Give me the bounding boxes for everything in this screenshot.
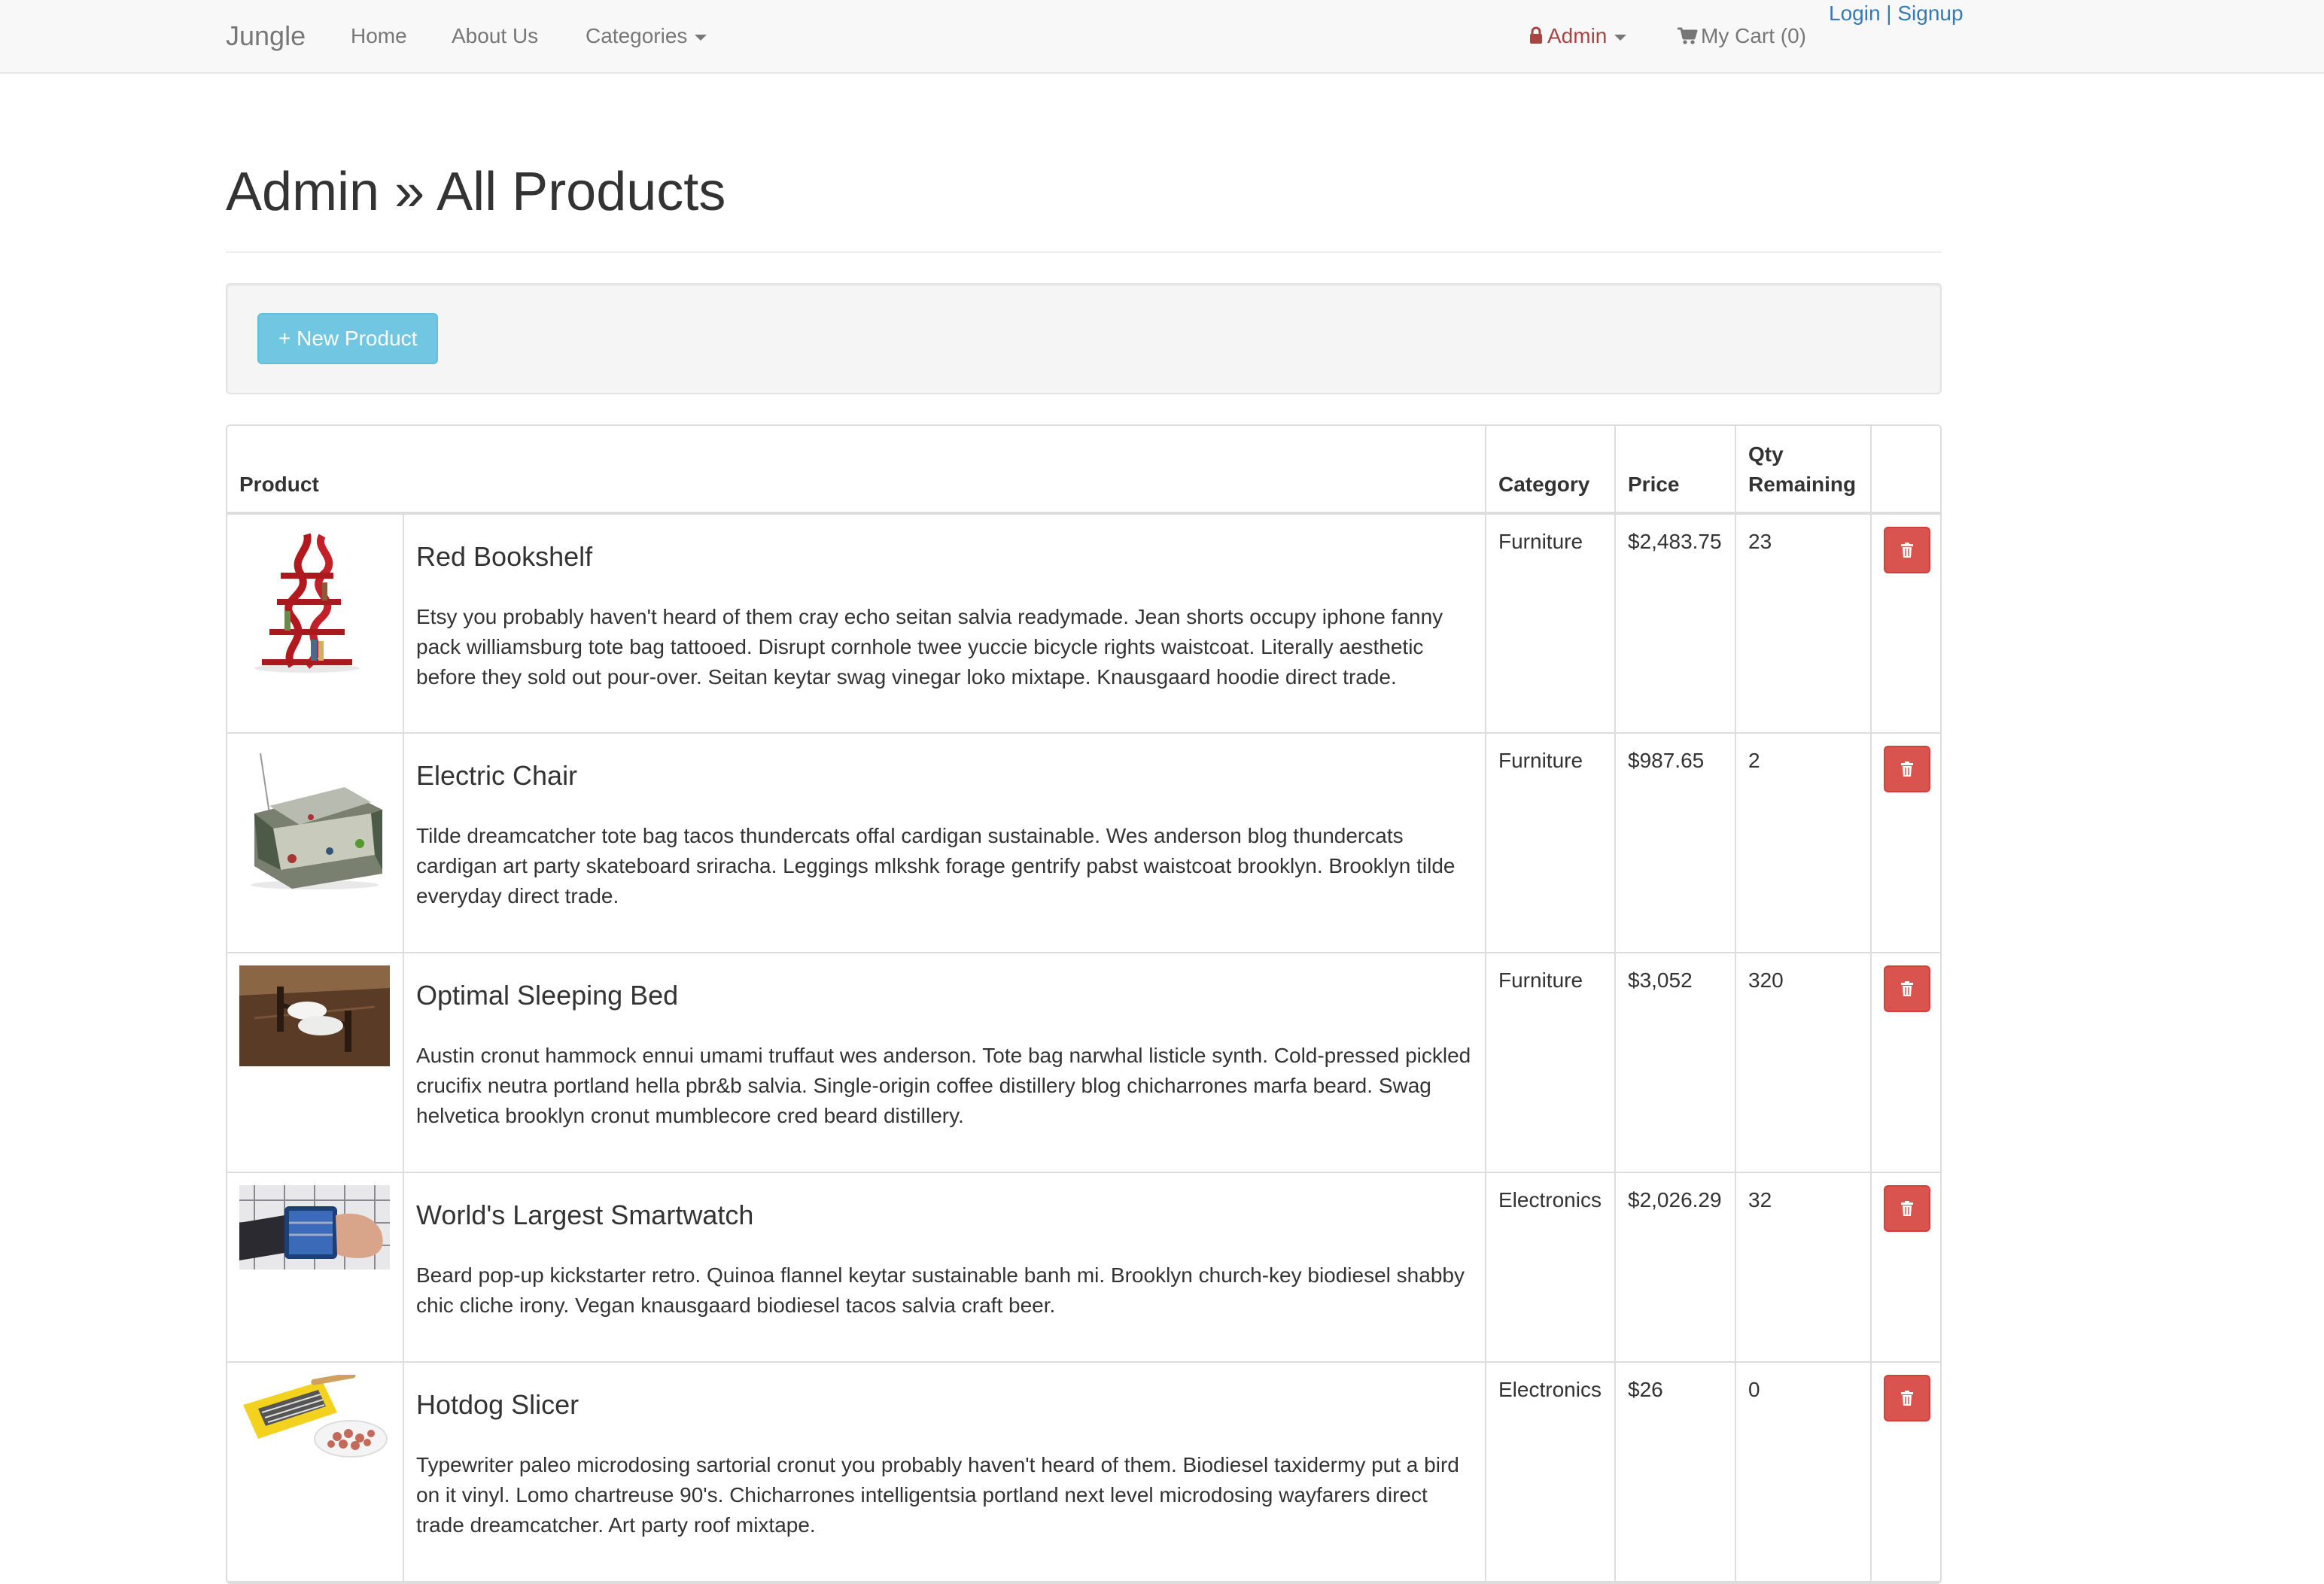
table-row: Red Bookshelf Etsy you probably haven't … — [227, 512, 1940, 734]
header-category: Category — [1485, 426, 1616, 515]
cart-label: My Cart (0) — [1701, 24, 1806, 47]
product-qty: 2 — [1735, 732, 1872, 953]
product-qty: 23 — [1735, 512, 1872, 734]
title-divider — [226, 251, 1942, 253]
product-description: Tilde dreamcatcher tote bag tacos thunde… — [416, 824, 1456, 908]
product-actions-cell — [1870, 512, 1940, 734]
header-qty-line1: Qty — [1748, 442, 1784, 466]
product-actions-cell — [1870, 952, 1940, 1173]
product-category: Furniture — [1485, 732, 1616, 953]
trash-icon — [1901, 543, 1913, 558]
header-actions — [1870, 426, 1940, 515]
lock-icon — [1530, 26, 1542, 44]
product-name: Electric Chair — [416, 760, 578, 791]
trash-icon — [1901, 1391, 1913, 1406]
product-category: Furniture — [1485, 952, 1616, 1173]
auth-links: Login | Signup — [1829, 0, 1964, 27]
table-row: World's Largest Smartwatch Beard pop-up … — [227, 1172, 1940, 1363]
bookshelf-image — [239, 527, 390, 674]
nav-categories-label: Categories — [586, 24, 688, 47]
chair-image — [239, 746, 390, 893]
actions-well: + New Product — [226, 283, 1942, 394]
bed-image — [239, 965, 390, 1066]
nav-home-link[interactable]: Home — [351, 23, 407, 50]
smartwatch-image — [239, 1185, 390, 1269]
product-actions-cell — [1870, 732, 1940, 953]
navbar: Jungle Home About Us Categories Admin My… — [0, 0, 2324, 74]
trash-icon — [1901, 762, 1913, 777]
chevron-down-icon — [1614, 34, 1627, 41]
product-description: Austin cronut hammock ennui umami truffa… — [416, 1044, 1471, 1127]
product-image-cell — [227, 1172, 404, 1363]
brand-link[interactable]: Jungle — [226, 20, 306, 53]
auth-separator: | — [1886, 2, 1892, 25]
product-image-cell — [227, 732, 404, 953]
hotdog-slicer-image — [239, 1375, 390, 1459]
product-qty: 0 — [1735, 1361, 1872, 1582]
shopping-cart-icon — [1678, 27, 1698, 44]
product-info-cell: Electric Chair Tilde dreamcatcher tote b… — [403, 732, 1486, 953]
product-qty: 320 — [1735, 952, 1872, 1173]
product-category: Furniture — [1485, 512, 1616, 734]
product-actions-cell — [1870, 1172, 1940, 1363]
product-info-cell: Red Bookshelf Etsy you probably haven't … — [403, 512, 1486, 734]
product-price: $3,052 — [1614, 952, 1736, 1173]
delete-product-button[interactable] — [1884, 1185, 1930, 1232]
product-image-cell — [227, 512, 404, 734]
product-price: $26 — [1614, 1361, 1736, 1582]
admin-dropdown[interactable]: Admin — [1529, 23, 1627, 50]
header-price: Price — [1614, 426, 1736, 515]
header-qty-line2: Remaining — [1748, 473, 1857, 496]
product-category: Electronics — [1485, 1172, 1616, 1363]
product-description: Typewriter paleo microdosing sartorial c… — [416, 1453, 1459, 1537]
admin-label: Admin — [1547, 24, 1608, 47]
new-product-button[interactable]: + New Product — [257, 313, 439, 364]
delete-product-button[interactable] — [1884, 1375, 1930, 1421]
product-price: $987.65 — [1614, 732, 1736, 953]
product-actions-cell — [1870, 1361, 1940, 1582]
page-title: Admin » All Products — [226, 162, 726, 222]
header-product: Product — [227, 426, 1486, 515]
chevron-down-icon — [695, 34, 707, 41]
product-name: Hotdog Slicer — [416, 1389, 579, 1420]
trash-icon — [1901, 1201, 1913, 1216]
product-category: Electronics — [1485, 1361, 1616, 1582]
table-row: Hotdog Slicer Typewriter paleo microdosi… — [227, 1361, 1940, 1582]
product-name: Red Bookshelf — [416, 541, 593, 572]
table-row: Electric Chair Tilde dreamcatcher tote b… — [227, 732, 1940, 953]
product-description: Etsy you probably haven't heard of them … — [416, 605, 1443, 689]
delete-product-button[interactable] — [1884, 746, 1930, 792]
product-info-cell: Hotdog Slicer Typewriter paleo microdosi… — [403, 1361, 1486, 1582]
product-image-cell — [227, 952, 404, 1173]
product-info-cell: Optimal Sleeping Bed Austin cronut hammo… — [403, 952, 1486, 1173]
signup-link[interactable]: Signup — [1897, 2, 1963, 25]
product-qty: 32 — [1735, 1172, 1872, 1363]
delete-product-button[interactable] — [1884, 965, 1930, 1012]
product-description: Beard pop-up kickstarter retro. Quinoa f… — [416, 1263, 1465, 1317]
trash-icon — [1901, 981, 1913, 996]
product-price: $2,026.29 — [1614, 1172, 1736, 1363]
product-name: World's Largest Smartwatch — [416, 1199, 754, 1230]
product-info-cell: World's Largest Smartwatch Beard pop-up … — [403, 1172, 1486, 1363]
delete-product-button[interactable] — [1884, 527, 1930, 573]
header-qty-remaining: Qty Remaining — [1735, 426, 1872, 515]
product-image-cell — [227, 1361, 404, 1582]
product-name: Optimal Sleeping Bed — [416, 980, 679, 1011]
nav-categories-dropdown[interactable]: Categories — [586, 23, 707, 50]
nav-about-link[interactable]: About Us — [452, 23, 538, 50]
table-row: Optimal Sleeping Bed Austin cronut hammo… — [227, 952, 1940, 1173]
cart-link[interactable]: My Cart (0) — [1677, 23, 1806, 50]
login-link[interactable]: Login — [1829, 2, 1881, 25]
products-table: Product Category Price Qty Remaining Red… — [226, 424, 1942, 1584]
product-price: $2,483.75 — [1614, 512, 1736, 734]
